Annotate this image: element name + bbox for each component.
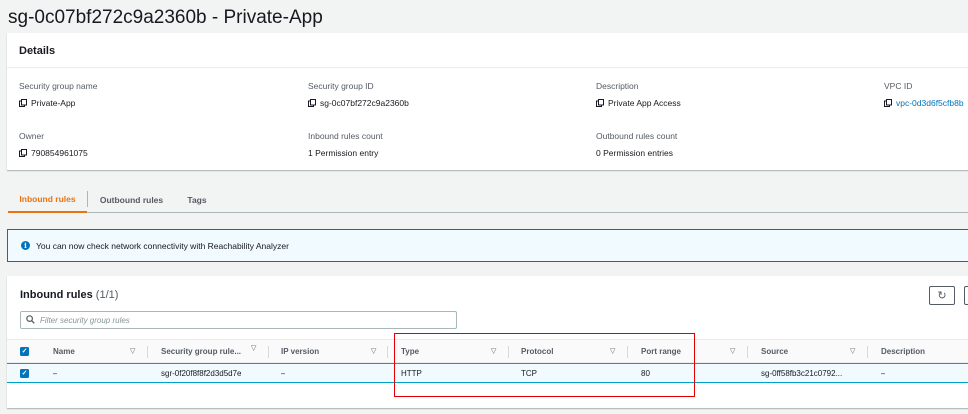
field-inbound-count: Inbound rules count 1 Permission entry: [308, 131, 383, 158]
sort-icon[interactable]: ▽: [491, 347, 496, 355]
banner-text: You can now check network connectivity w…: [36, 240, 289, 251]
copy-icon[interactable]: [884, 99, 892, 107]
tab-bar: Inbound rules Outbound rules Tags: [8, 186, 968, 213]
column-divider: [627, 346, 628, 358]
resize-icon[interactable]: ▽: [251, 344, 256, 352]
rules-count: (1/1): [95, 289, 119, 301]
sort-icon[interactable]: ▽: [850, 347, 855, 355]
field-owner: Owner 790854961075: [19, 131, 88, 158]
column-divider: [508, 346, 509, 358]
search-icon: [26, 311, 35, 329]
cell-ip-version: –: [281, 368, 286, 378]
vpc-id-link[interactable]: vpc-0d3d6f5cfb8b: [896, 98, 964, 108]
field-description: Description Private App Access: [596, 81, 681, 108]
search-box: [20, 311, 457, 329]
col-header-source[interactable]: Source: [761, 340, 788, 362]
info-banner: i You can now check network connectivity…: [7, 229, 968, 262]
field-sg-id: Security group ID sg-0c07bf272c9a2360b: [308, 81, 409, 108]
info-icon: i: [21, 241, 30, 250]
sort-icon[interactable]: ▽: [730, 347, 735, 355]
field-value: Private App Access: [608, 98, 681, 108]
col-header-rule-id[interactable]: Security group rule...: [161, 340, 241, 362]
cell-description: –: [881, 368, 886, 378]
field-label: Security group name: [19, 81, 98, 91]
copy-icon[interactable]: [308, 99, 316, 107]
col-header-port-range[interactable]: Port range: [641, 340, 681, 362]
field-label: Security group ID: [308, 81, 374, 91]
actions-button[interactable]: [964, 286, 968, 305]
column-divider: [387, 346, 388, 358]
field-outbound-count: Outbound rules count 0 Permission entrie…: [596, 131, 677, 158]
sort-icon[interactable]: ▽: [371, 347, 376, 355]
column-divider: [268, 346, 269, 358]
cell-port-range: 80: [641, 368, 650, 378]
tab-tags[interactable]: Tags: [175, 186, 219, 213]
copy-icon[interactable]: [596, 99, 604, 107]
column-divider: [867, 346, 868, 358]
col-header-ip-version[interactable]: IP version: [281, 340, 319, 362]
table-header: ✓ Name ▽ Security group rule... ▽ IP ver…: [7, 339, 968, 363]
select-all-checkbox[interactable]: ✓: [20, 340, 29, 362]
col-header-name[interactable]: Name: [53, 340, 75, 362]
rules-title-text: Inbound rules: [20, 289, 93, 301]
details-panel: Details Security group name Private-App …: [7, 33, 968, 170]
col-header-protocol[interactable]: Protocol: [521, 340, 553, 362]
rules-title: Inbound rules (1/1): [20, 289, 118, 301]
cell-protocol: TCP: [521, 368, 537, 378]
cell-rule-id: sgr-0f20f8f8f2d3d5d7e: [161, 368, 242, 378]
field-value: 0 Permission entries: [596, 148, 674, 158]
field-label: Inbound rules count: [308, 131, 383, 141]
tab-outbound-rules[interactable]: Outbound rules: [88, 186, 175, 213]
copy-icon[interactable]: [19, 149, 27, 157]
table-row[interactable]: ✓ – sgr-0f20f8f8f2d3d5d7e – HTTP TCP 80 …: [7, 363, 968, 383]
tab-inbound-rules[interactable]: Inbound rules: [8, 186, 87, 213]
search-input[interactable]: [40, 315, 440, 325]
field-value: 790854961075: [31, 148, 88, 158]
refresh-button[interactable]: ↻: [929, 286, 955, 305]
field-label: Description: [596, 81, 639, 91]
sort-icon[interactable]: ▽: [130, 347, 135, 355]
field-label: VPC ID: [884, 81, 913, 91]
cell-name: –: [53, 368, 58, 378]
field-label: Outbound rules count: [596, 131, 678, 141]
field-vpc-id: VPC ID vpc-0d3d6f5cfb8b: [884, 81, 964, 108]
cell-type: HTTP: [401, 368, 422, 378]
col-header-type[interactable]: Type: [401, 340, 419, 362]
column-divider: [747, 346, 748, 358]
cell-source: sg-0ff58fb3c21c0792...: [761, 368, 843, 378]
row-checkbox[interactable]: ✓: [20, 364, 29, 382]
field-value: 1 Permission entry: [308, 148, 379, 158]
sort-icon[interactable]: ▽: [610, 347, 615, 355]
field-sg-name: Security group name Private-App: [19, 81, 97, 108]
page-title: sg-0c07bf272c9a2360b - Private-App: [8, 7, 323, 28]
field-value: Private-App: [31, 98, 76, 108]
col-header-description[interactable]: Description: [881, 340, 925, 362]
inbound-rules-panel: Inbound rules (1/1) ↻ ✓ Name ▽ Security …: [7, 276, 968, 408]
field-label: Owner: [19, 131, 45, 141]
copy-icon[interactable]: [19, 99, 27, 107]
field-value: sg-0c07bf272c9a2360b: [320, 98, 409, 108]
column-divider: [147, 346, 148, 358]
refresh-icon: ↻: [937, 290, 947, 302]
details-header: Details: [7, 33, 968, 68]
